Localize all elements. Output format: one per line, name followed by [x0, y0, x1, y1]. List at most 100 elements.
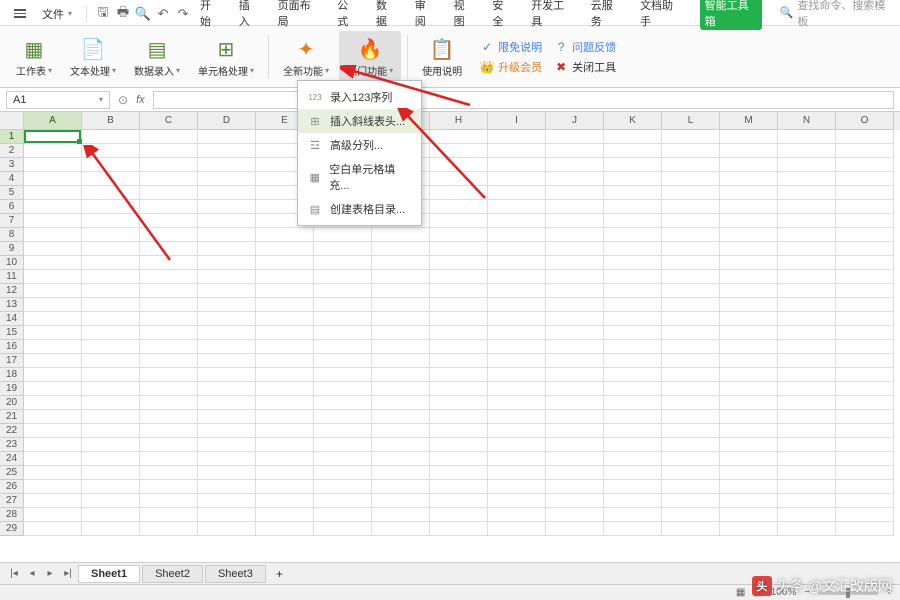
row-header-26[interactable]: 26 [0, 480, 24, 494]
cell[interactable] [198, 186, 256, 200]
cell[interactable] [82, 466, 140, 480]
cell[interactable] [430, 312, 488, 326]
cell[interactable] [198, 256, 256, 270]
cell[interactable] [430, 200, 488, 214]
cell[interactable] [604, 284, 662, 298]
close-tools-link[interactable]: 关闭工具 [572, 59, 616, 75]
cell[interactable] [836, 480, 894, 494]
cell[interactable] [488, 256, 546, 270]
cell[interactable] [372, 284, 430, 298]
cell[interactable] [140, 340, 198, 354]
cell[interactable] [662, 228, 720, 242]
cell[interactable] [604, 186, 662, 200]
cell[interactable] [836, 284, 894, 298]
cell[interactable] [140, 200, 198, 214]
cell[interactable] [314, 480, 372, 494]
cell[interactable] [546, 508, 604, 522]
cell[interactable] [778, 214, 836, 228]
cell[interactable] [198, 298, 256, 312]
cell[interactable] [314, 284, 372, 298]
cell[interactable] [488, 200, 546, 214]
cell[interactable] [24, 508, 82, 522]
cell[interactable] [140, 158, 198, 172]
redo-icon[interactable]: ↷ [175, 6, 191, 22]
cell[interactable] [140, 382, 198, 396]
cell[interactable] [488, 438, 546, 452]
cell[interactable] [198, 396, 256, 410]
cell[interactable] [488, 354, 546, 368]
cell[interactable] [314, 410, 372, 424]
cell[interactable] [662, 424, 720, 438]
cell[interactable] [604, 144, 662, 158]
cell[interactable] [778, 396, 836, 410]
cell[interactable] [24, 130, 82, 144]
cell[interactable] [546, 354, 604, 368]
cell[interactable] [82, 508, 140, 522]
cell[interactable] [430, 158, 488, 172]
cell[interactable] [314, 452, 372, 466]
col-header-A[interactable]: A [24, 112, 82, 130]
cell[interactable] [198, 284, 256, 298]
row-header-1[interactable]: 1 [0, 130, 24, 144]
cell[interactable] [604, 256, 662, 270]
cell[interactable] [488, 284, 546, 298]
cell[interactable] [82, 256, 140, 270]
tab-layout[interactable]: 页面布局 [278, 0, 320, 29]
col-header-K[interactable]: K [604, 112, 662, 130]
cell[interactable] [372, 452, 430, 466]
cell[interactable] [314, 298, 372, 312]
col-header-O[interactable]: O [836, 112, 894, 130]
cell[interactable] [720, 284, 778, 298]
cell[interactable] [430, 396, 488, 410]
cell[interactable] [488, 172, 546, 186]
cell[interactable] [836, 494, 894, 508]
cell[interactable] [604, 410, 662, 424]
cell[interactable] [256, 256, 314, 270]
cell[interactable] [836, 270, 894, 284]
cell[interactable] [488, 242, 546, 256]
cell[interactable] [778, 186, 836, 200]
help-button[interactable]: 📋 使用说明 [414, 31, 470, 82]
cell[interactable] [778, 438, 836, 452]
cell[interactable] [82, 396, 140, 410]
cell[interactable] [488, 186, 546, 200]
cell[interactable] [836, 228, 894, 242]
cell[interactable] [24, 284, 82, 298]
formula-input[interactable] [153, 91, 894, 109]
cell[interactable] [24, 466, 82, 480]
cell[interactable] [198, 522, 256, 536]
cell[interactable] [256, 228, 314, 242]
cell[interactable] [778, 522, 836, 536]
cell[interactable] [430, 298, 488, 312]
cell[interactable] [488, 382, 546, 396]
cell[interactable] [662, 158, 720, 172]
cell[interactable] [256, 480, 314, 494]
cell[interactable] [604, 172, 662, 186]
cell[interactable] [82, 298, 140, 312]
new-features-button[interactable]: ✦ 全新功能▾ [275, 31, 337, 82]
cell[interactable] [488, 396, 546, 410]
cell[interactable] [546, 130, 604, 144]
cell[interactable] [314, 396, 372, 410]
cell[interactable] [488, 340, 546, 354]
cell[interactable] [836, 256, 894, 270]
cell[interactable] [198, 438, 256, 452]
row-header-24[interactable]: 24 [0, 452, 24, 466]
cell[interactable] [720, 438, 778, 452]
cell[interactable] [24, 396, 82, 410]
cell[interactable] [82, 424, 140, 438]
cell[interactable] [604, 438, 662, 452]
cell[interactable] [372, 522, 430, 536]
row-header-10[interactable]: 10 [0, 256, 24, 270]
tab-review[interactable]: 审阅 [415, 0, 436, 29]
cell[interactable] [720, 508, 778, 522]
cell[interactable] [778, 298, 836, 312]
row-header-6[interactable]: 6 [0, 200, 24, 214]
cell[interactable] [198, 354, 256, 368]
cell[interactable] [604, 522, 662, 536]
cell[interactable] [488, 410, 546, 424]
cell[interactable] [604, 354, 662, 368]
cell[interactable] [836, 424, 894, 438]
cell[interactable] [82, 200, 140, 214]
cell[interactable] [314, 270, 372, 284]
